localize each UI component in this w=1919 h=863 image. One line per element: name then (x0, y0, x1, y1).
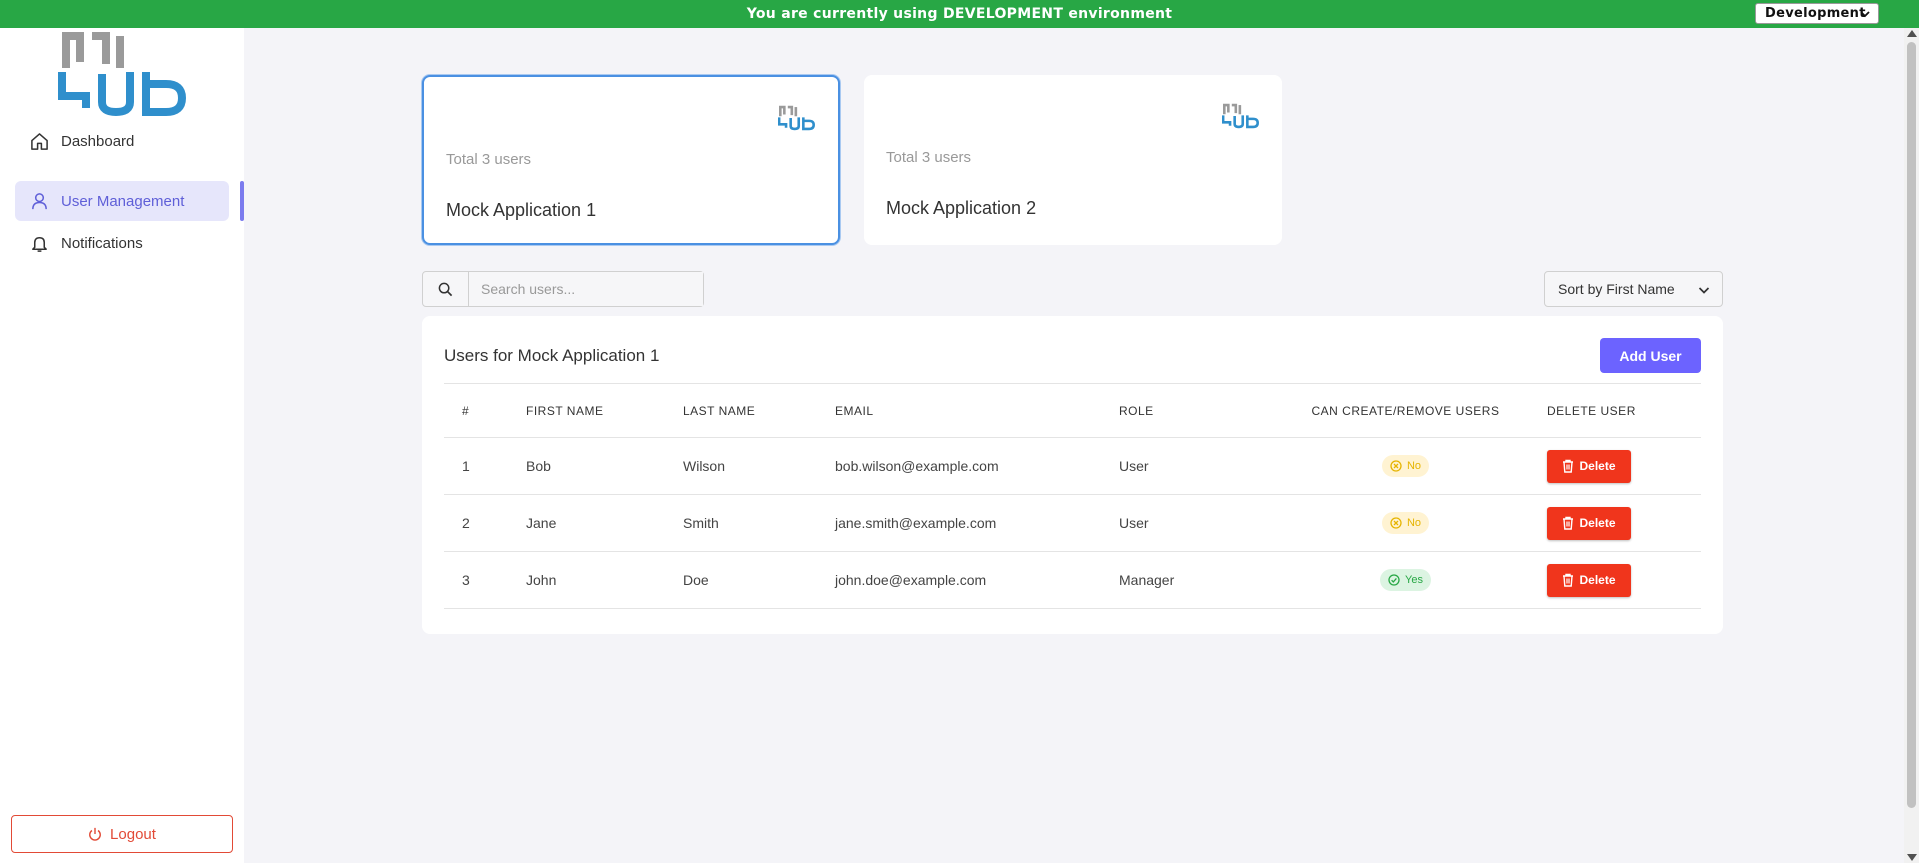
home-icon (31, 132, 48, 150)
last-name-cell: Doe (683, 551, 835, 609)
power-icon (89, 827, 101, 841)
delete-user-button[interactable]: Delete (1547, 506, 1631, 540)
sort-select-value: Sort by First Name (1558, 281, 1675, 297)
chevron-down-icon (1698, 287, 1710, 294)
role-cell: Manager (1119, 551, 1264, 609)
trash-icon (1563, 516, 1574, 530)
bell-icon (32, 236, 47, 252)
permission-badge-yes: Yes (1380, 569, 1431, 591)
page-scrollbar[interactable] (1904, 28, 1919, 863)
app-user-count: Total 3 users (446, 151, 532, 168)
column-header-index: # (444, 383, 526, 438)
permission-cell: No (1264, 494, 1547, 552)
search-icon (438, 282, 453, 296)
table-row: 2 Jane Smith jane.smith@example.com User… (444, 494, 1701, 552)
role-cell: User (1119, 494, 1264, 552)
sidebar-item-user-management[interactable]: User Management (15, 181, 229, 221)
environment-banner: You are currently using DEVELOPMENT envi… (0, 0, 1919, 28)
column-header-delete-user: DELETE USER (1547, 383, 1701, 438)
mihub-logo (58, 32, 187, 116)
scroll-up-arrow-icon[interactable] (1907, 30, 1917, 37)
delete-cell: Delete (1547, 494, 1701, 552)
row-index: 1 (444, 437, 526, 495)
panel-title: Users for Mock Application 1 (444, 346, 660, 365)
active-indicator (240, 181, 244, 221)
app-name: Mock Application 2 (886, 198, 1037, 218)
scroll-down-arrow-icon[interactable] (1907, 854, 1917, 861)
app-card-mock-application-1[interactable]: Total 3 users Mock Application 1 (422, 75, 840, 245)
sidebar-item-label: Notifications (61, 234, 143, 252)
logout-button[interactable]: Logout (11, 815, 233, 853)
sidebar-item-notifications[interactable]: Notifications (15, 223, 229, 263)
permission-cell: Yes (1264, 551, 1547, 609)
x-circle-icon (1390, 517, 1402, 529)
search-button[interactable] (423, 272, 469, 306)
delete-user-button[interactable]: Delete (1547, 563, 1631, 597)
app-user-count: Total 3 users (886, 149, 972, 166)
row-index: 2 (444, 494, 526, 552)
permission-badge-label: No (1406, 517, 1422, 529)
delete-cell: Delete (1547, 551, 1701, 609)
app-name: Mock Application 1 (446, 200, 597, 220)
email-cell: bob.wilson@example.com (835, 437, 1119, 495)
delete-label: Delete (1579, 516, 1616, 530)
row-index: 3 (444, 551, 526, 609)
role-cell: User (1119, 437, 1264, 495)
permission-badge-label: Yes (1405, 574, 1423, 586)
column-header-first-name: FIRST NAME (526, 383, 683, 438)
scroll-thumb[interactable] (1907, 42, 1916, 808)
x-circle-icon (1390, 460, 1402, 472)
delete-label: Delete (1579, 573, 1616, 587)
environment-select[interactable]: Development (1755, 3, 1879, 24)
column-header-can-create-remove: CAN CREATE/REMOVE USERS (1264, 383, 1547, 438)
logout-label: Logout (110, 825, 156, 843)
column-header-last-name: LAST NAME (683, 383, 835, 438)
search-input[interactable] (469, 272, 703, 306)
sidebar: Dashboard User Management Notifications … (0, 28, 244, 863)
mihub-logo-small (778, 105, 815, 131)
table-header-row: # FIRST NAME LAST NAME EMAIL ROLE CAN CR… (444, 383, 1701, 438)
search-bar (422, 271, 704, 307)
permission-badge-no: No (1381, 512, 1430, 534)
sidebar-item-label: User Management (61, 192, 185, 210)
delete-user-button[interactable]: Delete (1547, 449, 1631, 483)
users-panel: Users for Mock Application 1 Add User # … (422, 316, 1723, 634)
first-name-cell: Bob (526, 437, 683, 495)
users-table: # FIRST NAME LAST NAME EMAIL ROLE CAN CR… (444, 383, 1701, 609)
delete-label: Delete (1579, 459, 1616, 473)
column-header-role: ROLE (1119, 383, 1264, 438)
permission-badge-label: No (1406, 460, 1422, 472)
last-name-cell: Wilson (683, 437, 835, 495)
chevron-down-icon (1860, 11, 1870, 18)
environment-select-value: Development (1765, 6, 1866, 21)
permission-cell: No (1264, 437, 1547, 495)
check-circle-icon (1388, 574, 1400, 586)
email-cell: jane.smith@example.com (835, 494, 1119, 552)
column-header-email: EMAIL (835, 383, 1119, 438)
app-card-mock-application-2[interactable]: Total 3 users Mock Application 2 (864, 75, 1282, 245)
mihub-logo-small (1222, 103, 1259, 129)
sidebar-item-dashboard[interactable]: Dashboard (15, 121, 229, 161)
trash-icon (1563, 573, 1574, 587)
email-cell: john.doe@example.com (835, 551, 1119, 609)
last-name-cell: Smith (683, 494, 835, 552)
sidebar-item-label: Dashboard (61, 132, 135, 150)
table-row: 3 John Doe john.doe@example.com Manager … (444, 551, 1701, 609)
trash-icon (1563, 459, 1574, 473)
first-name-cell: Jane (526, 494, 683, 552)
add-user-button[interactable]: Add User (1600, 338, 1701, 373)
sort-select[interactable]: Sort by First Name (1544, 271, 1723, 307)
delete-cell: Delete (1547, 437, 1701, 495)
first-name-cell: John (526, 551, 683, 609)
user-icon (32, 192, 47, 209)
permission-badge-no: No (1381, 455, 1430, 477)
table-row: 1 Bob Wilson bob.wilson@example.com User… (444, 437, 1701, 495)
environment-message: You are currently using DEVELOPMENT envi… (746, 6, 1173, 22)
